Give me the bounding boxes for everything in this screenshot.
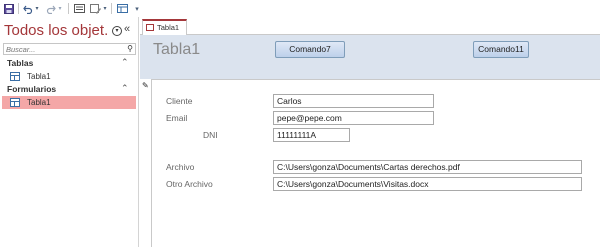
chevron-up-icon[interactable]: ⌃ [121,83,129,94]
redo-dropdown-icon[interactable]: ▾ [57,2,63,15]
form-icon [146,24,154,31]
nav-item-label: Tabla1 [27,98,51,107]
chevron-down-icon[interactable]: ▾ [112,26,122,36]
nav-item-tabla1-table[interactable]: Tabla1 [2,70,136,83]
search-icon[interactable]: ⚲ [127,44,133,53]
toolbar-separator [18,3,19,14]
otro-archivo-label: Otro Archivo [166,179,213,189]
email-label: Email [166,113,188,123]
undo-dropdown-icon[interactable]: ▾ [34,2,40,15]
form-icon [10,98,20,107]
search-input[interactable] [4,44,122,55]
form-title: Tabla1 [153,41,201,58]
comando7-button[interactable]: Comando7 [275,41,345,58]
redo-icon[interactable] [46,2,56,15]
save-icon[interactable] [3,2,14,15]
email-field[interactable]: pepe@pepe.com [273,111,434,125]
nav-group-tablas[interactable]: Tablas ⌃ [0,57,138,70]
record-selector[interactable]: ✎ [140,79,152,247]
toolbar-separator [111,3,112,14]
detail-separator [151,79,600,80]
dni-label: DNI [203,130,218,140]
nav-group-label: Formularios [7,84,57,94]
toolbar-separator [68,3,69,14]
archivo-field[interactable]: C:\Users\gonza\Documents\Cartas derechos… [273,160,582,174]
chevron-up-icon[interactable]: ⌃ [121,57,129,68]
document-tab-strip: Tabla1 [140,17,600,35]
collapse-pane-icon[interactable]: « [124,23,130,35]
archivo-label: Archivo [166,162,195,172]
nav-item-tabla1-form[interactable]: Tabla1 [2,96,136,109]
dni-field[interactable]: 11111111A [273,128,350,142]
cliente-label: Cliente [166,96,193,106]
form-header: Tabla1 Comando7 Comando11 [140,35,600,79]
nav-group-label: Tablas [7,58,34,68]
undo-icon[interactable] [23,2,33,15]
comando11-button[interactable]: Comando11 [473,41,529,58]
nav-search-box: ⚲ [3,43,136,55]
table-icon[interactable] [116,2,128,15]
table-icon [10,72,20,81]
pencil-icon: ✎ [142,81,149,90]
form-view-icon[interactable] [73,2,85,15]
tab-tabla1[interactable]: Tabla1 [142,19,187,35]
mode-dropdown-icon[interactable]: ▾ [102,2,108,15]
nav-pane-title[interactable]: Todos los objet... [4,22,108,39]
customize-icon[interactable]: ▾ [133,2,141,15]
navigation-pane: Todos los objet... ▾ « ⚲ Tablas ⌃ Tabla1… [0,17,139,247]
tab-label: Tabla1 [157,23,180,32]
cliente-field[interactable]: Carlos [273,94,434,108]
quick-access-toolbar: ▾ ▾ ▾ ▾ [0,0,600,17]
otro-archivo-field[interactable]: C:\Users\gonza\Documents\Visitas.docx [273,177,582,191]
mode-icon[interactable] [89,2,101,15]
nav-group-formularios[interactable]: Formularios ⌃ [0,83,138,96]
nav-item-label: Tabla1 [27,72,51,81]
